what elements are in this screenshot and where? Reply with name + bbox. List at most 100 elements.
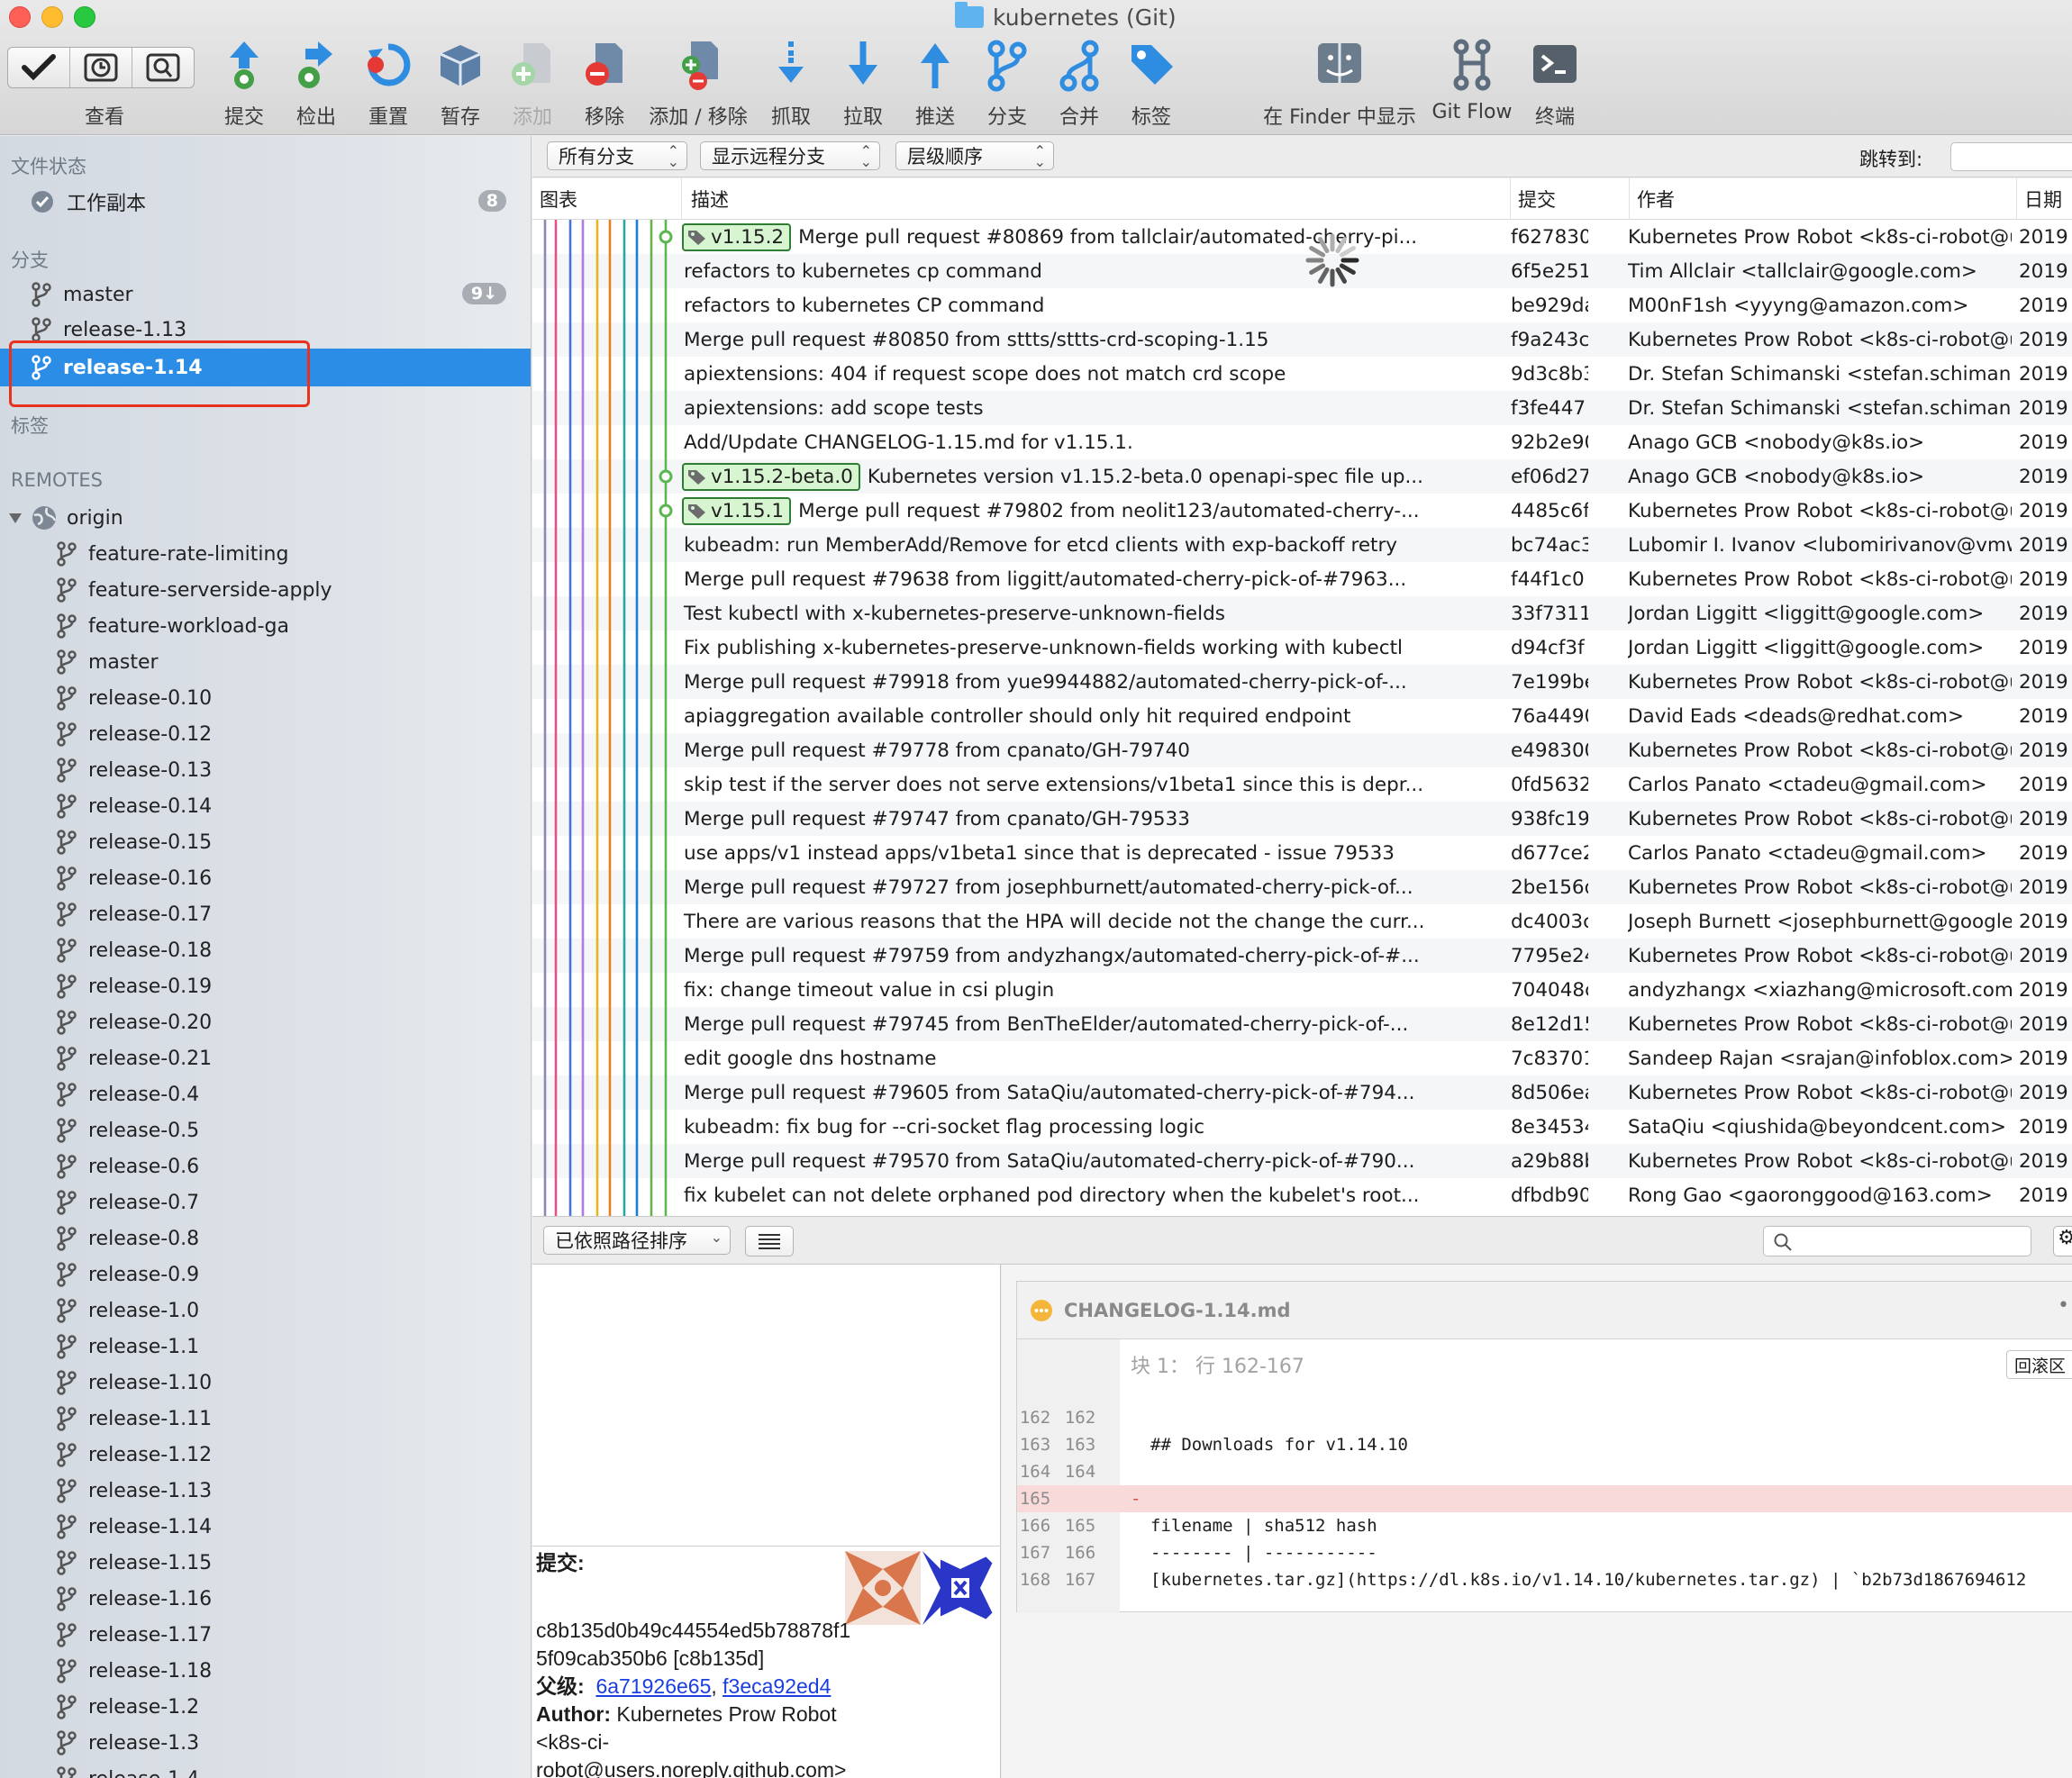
table-row[interactable]: use apps/v1 instead apps/v1beta1 since t… [532, 836, 2072, 870]
remote-branch-item[interactable]: feature-serverside-apply [0, 573, 531, 607]
remote-branch-item[interactable]: release-1.3 [0, 1726, 531, 1760]
remote-branch-item[interactable]: release-0.13 [0, 753, 531, 787]
table-row[interactable]: Merge pull request #79745 from BenTheEld… [532, 1007, 2072, 1041]
checkmark-view-icon[interactable] [8, 48, 70, 87]
commit-column-header[interactable]: 提交 [1511, 178, 1630, 220]
table-row[interactable]: kubeadm: fix bug for --cri-socket flag p… [532, 1110, 2072, 1144]
remote-branch-item[interactable]: release-0.14 [0, 789, 531, 823]
git-flow-button[interactable]: Git Flow [1431, 38, 1513, 132]
diff-deleted-line[interactable]: 165 - [1017, 1485, 2072, 1512]
diff-line[interactable]: 162 162 [1017, 1404, 2072, 1431]
minimize-window-button[interactable] [41, 6, 63, 28]
remote-branch-item[interactable]: release-1.12 [0, 1438, 531, 1472]
tag-button[interactable]: 标签 [1126, 38, 1177, 132]
sidebar-item-release-1-14[interactable]: release-1.14 [0, 349, 531, 386]
sidebar-item-working-copy[interactable]: 工作副本 8 [0, 185, 531, 219]
parent-link[interactable]: f3eca92ed4 [722, 1674, 831, 1698]
table-row[interactable]: Test kubectl with x-kubernetes-preserve-… [532, 596, 2072, 630]
merge-button[interactable]: 合并 [1054, 38, 1104, 132]
table-row[interactable]: apiaggregation available controller shou… [532, 699, 2072, 733]
sidebar-item-master[interactable]: master 9↓ [0, 277, 531, 312]
terminal-button[interactable]: 终端 [1530, 38, 1580, 132]
push-button[interactable]: 推送 [910, 38, 960, 132]
show-in-finder-button[interactable]: 在 Finder 中显示 [1261, 38, 1418, 132]
table-row[interactable]: v1.15.2-beta.0 Kubernetes version v1.15.2… [532, 459, 2072, 494]
table-row[interactable]: Merge pull request #79759 from andyzhang… [532, 939, 2072, 973]
remote-filter-popup[interactable]: 显示远程分支 ⌃ ⌄ [700, 141, 880, 170]
remote-branch-item[interactable]: release-0.20 [0, 1005, 531, 1039]
table-row[interactable]: Merge pull request #79605 from SataQiu/a… [532, 1075, 2072, 1110]
remote-branch-item[interactable]: release-1.1 [0, 1329, 531, 1364]
fetch-button[interactable]: 抓取 [766, 38, 816, 132]
stash-button[interactable]: 暂存 [435, 38, 486, 132]
diff-line[interactable]: 168 167 [kubernetes.tar.gz](https://dl.k8s… [1017, 1566, 2072, 1593]
table-row[interactable]: v1.15.1 Merge pull request #79802 from ne… [532, 494, 2072, 528]
disclosure-triangle-icon[interactable] [7, 510, 23, 526]
remote-branch-item[interactable]: release-0.16 [0, 861, 531, 895]
remote-branch-item[interactable]: master [0, 645, 531, 679]
table-row[interactable]: refactors to kubernetes cp command 6f5e25… [532, 254, 2072, 288]
list-view-button[interactable] [745, 1226, 794, 1256]
table-row[interactable]: Merge pull request #79747 from cpanato/G… [532, 802, 2072, 836]
remote-branch-item[interactable]: release-0.12 [0, 717, 531, 751]
table-row[interactable]: Merge pull request #80850 from sttts/stt… [532, 322, 2072, 357]
file-search-field[interactable] [1763, 1226, 2031, 1256]
branch-button[interactable]: 分支 [982, 38, 1032, 132]
remote-branch-item[interactable]: release-0.7 [0, 1185, 531, 1220]
remote-branch-item[interactable]: release-1.18 [0, 1654, 531, 1688]
remote-branch-item[interactable]: feature-rate-limiting [0, 537, 531, 571]
table-row[interactable]: apiextensions: add scope tests f3fe447 Dr.… [532, 391, 2072, 425]
view-segmented-control[interactable] [7, 47, 195, 88]
revert-hunk-button[interactable]: 回滚区 [2006, 1350, 2072, 1379]
date-column-header[interactable]: 日期 [2017, 178, 2072, 220]
branch-filter-popup[interactable]: 所有分支 ⌃ ⌄ [547, 141, 687, 170]
table-row[interactable]: Fix publishing x-kubernetes-preserve-unk… [532, 630, 2072, 665]
remove-button[interactable]: 移除 [579, 38, 630, 132]
zoom-window-button[interactable] [74, 6, 95, 28]
add-button[interactable]: 添加 [507, 38, 558, 132]
remote-branch-item[interactable]: release-1.17 [0, 1618, 531, 1652]
remote-branch-item[interactable]: release-0.19 [0, 969, 531, 1003]
gear-icon[interactable]: ⚙ [2053, 1226, 2072, 1256]
table-row[interactable]: Add/Update CHANGELOG-1.15.md for v1.15.1… [532, 425, 2072, 459]
remote-branch-item[interactable]: feature-workload-ga [0, 609, 531, 643]
description-column-header[interactable]: 描述 [682, 178, 1511, 220]
remote-branch-item[interactable]: release-0.5 [0, 1113, 531, 1148]
remote-branch-item[interactable]: release-1.2 [0, 1690, 531, 1724]
search-view-icon[interactable] [132, 48, 194, 87]
remote-branch-item[interactable]: release-1.15 [0, 1546, 531, 1580]
graph-column-header[interactable]: 图表 [532, 178, 682, 220]
table-row[interactable]: Merge pull request #79570 from SataQiu/a… [532, 1144, 2072, 1178]
table-row[interactable]: edit google dns hostname 7c83701 Sandeep R… [532, 1041, 2072, 1075]
table-row[interactable]: skip test if the server does not serve e… [532, 767, 2072, 802]
table-row[interactable]: apiextensions: 404 if request scope does… [532, 357, 2072, 391]
remote-branch-item[interactable]: release-1.13 [0, 1474, 531, 1508]
remote-branch-item[interactable]: release-1.16 [0, 1582, 531, 1616]
author-column-header[interactable]: 作者 [1630, 178, 2017, 220]
add-remove-button[interactable]: 添加 / 移除 [649, 38, 748, 132]
checkout-button[interactable]: 检出 [291, 38, 341, 132]
remote-branch-item[interactable]: release-1.11 [0, 1402, 531, 1436]
reset-button[interactable]: 重置 [363, 38, 413, 132]
table-row[interactable]: Merge pull request #79918 from yue994488… [532, 665, 2072, 699]
diff-line[interactable]: 166 165 filename | sha512 hash [1017, 1512, 2072, 1539]
remote-branch-item[interactable]: release-1.14 [0, 1510, 531, 1544]
table-row[interactable]: Merge pull request #79778 from cpanato/G… [532, 733, 2072, 767]
table-row[interactable]: Merge pull request #79638 from liggitt/a… [532, 562, 2072, 596]
remote-branch-item[interactable]: release-1.0 [0, 1293, 531, 1328]
commit-button[interactable]: 提交 [219, 38, 269, 132]
remote-branch-item[interactable]: release-0.8 [0, 1221, 531, 1256]
diff-line[interactable]: 163 163 ## Downloads for v1.14.10 [1017, 1431, 2072, 1458]
table-row[interactable]: fix: change timeout value in csi plugin 7… [532, 973, 2072, 1007]
remote-branch-item[interactable]: release-1.10 [0, 1365, 531, 1400]
diff-line[interactable]: 164 164 [1017, 1458, 2072, 1485]
pull-button[interactable]: 拉取 [838, 38, 888, 132]
table-row[interactable]: kubeadm: run MemberAdd/Remove for etcd c… [532, 528, 2072, 562]
close-window-button[interactable] [9, 6, 31, 28]
jump-to-input[interactable] [1950, 142, 2072, 171]
table-row[interactable]: refactors to kubernetes CP command be929d… [532, 288, 2072, 322]
sidebar-item-origin[interactable]: origin [0, 501, 531, 535]
remote-branch-item[interactable]: release-0.15 [0, 825, 531, 859]
remote-branch-item[interactable]: release-0.4 [0, 1077, 531, 1111]
history-view-icon[interactable] [70, 48, 132, 87]
